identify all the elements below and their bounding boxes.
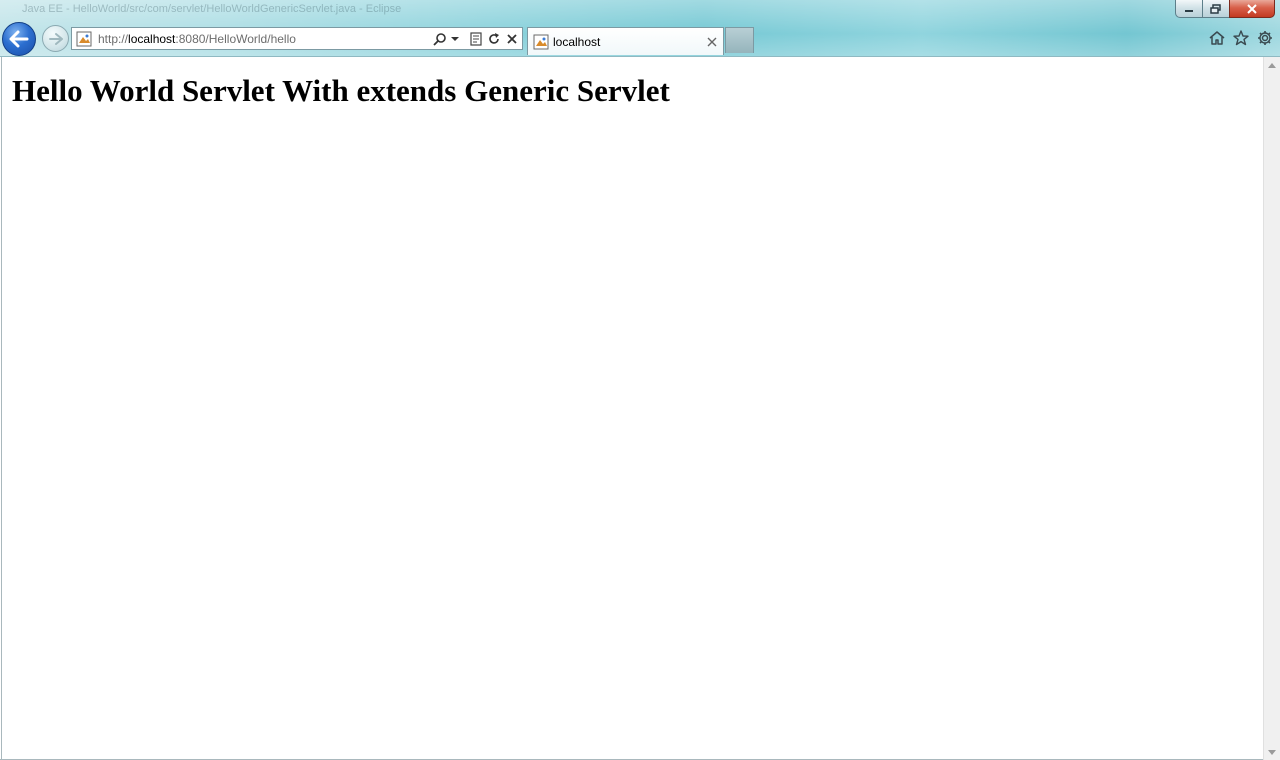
- compatibility-view-button[interactable]: [468, 31, 484, 47]
- address-bar[interactable]: http://localhost:8080/HelloWorld/hello: [71, 27, 523, 50]
- url-text[interactable]: http://localhost:8080/HelloWorld/hello: [98, 32, 432, 46]
- page-heading: Hello World Servlet With extends Generic…: [12, 73, 670, 108]
- window-title: Java EE - HelloWorld/src/com/servlet/Hel…: [22, 3, 402, 15]
- home-icon: [1209, 31, 1225, 45]
- stop-button[interactable]: [504, 31, 520, 47]
- command-toolbar: [1208, 29, 1274, 47]
- scroll-up-button[interactable]: [1264, 57, 1280, 73]
- minimize-icon: [1185, 9, 1193, 12]
- tab-localhost[interactable]: localhost: [527, 27, 724, 55]
- close-icon: [1247, 3, 1257, 14]
- restore-icon: [1210, 3, 1221, 14]
- tab-favicon-icon: [533, 34, 549, 49]
- vertical-scrollbar[interactable]: [1263, 57, 1280, 760]
- minimize-button[interactable]: [1175, 0, 1202, 18]
- favorites-button[interactable]: [1232, 29, 1250, 47]
- compatibility-view-icon: [470, 31, 482, 46]
- chevron-down-icon: [451, 36, 459, 41]
- gear-icon: [1258, 31, 1272, 45]
- page-viewport: Hello World Servlet With extends Generic…: [1, 57, 1263, 759]
- url-host: localhost: [128, 31, 176, 46]
- browser-chrome: Java EE - HelloWorld/src/com/servlet/Hel…: [0, 0, 1280, 57]
- close-icon: [707, 37, 717, 46]
- forward-arrow-icon: [48, 32, 63, 45]
- window-controls: [1175, 0, 1275, 18]
- url-path: :8080/HelloWorld/hello: [175, 31, 296, 46]
- browser-window: Java EE - HelloWorld/src/com/servlet/Hel…: [0, 0, 1280, 760]
- url-scheme: http://: [98, 31, 129, 46]
- scroll-down-button[interactable]: [1264, 744, 1280, 760]
- chevron-up-icon: [1268, 62, 1276, 68]
- chevron-down-icon: [1268, 749, 1276, 755]
- back-arrow-icon: [9, 30, 29, 48]
- close-window-button[interactable]: [1229, 0, 1275, 18]
- home-button[interactable]: [1208, 29, 1226, 47]
- new-tab-button[interactable]: [725, 27, 754, 53]
- refresh-icon: [489, 32, 499, 44]
- stop-icon: [507, 33, 517, 44]
- refresh-button[interactable]: [486, 31, 502, 47]
- tools-button[interactable]: [1256, 29, 1274, 47]
- back-button[interactable]: [2, 22, 36, 56]
- page-favicon-icon: [76, 31, 92, 46]
- star-icon: [1233, 30, 1249, 46]
- restore-button[interactable]: [1202, 0, 1229, 18]
- search-button[interactable]: [432, 31, 448, 47]
- search-icon: [433, 32, 446, 46]
- search-dropdown[interactable]: [450, 31, 460, 47]
- forward-button[interactable]: [42, 25, 69, 52]
- tab-title: localhost: [553, 34, 601, 49]
- tab-close-button[interactable]: [705, 35, 719, 49]
